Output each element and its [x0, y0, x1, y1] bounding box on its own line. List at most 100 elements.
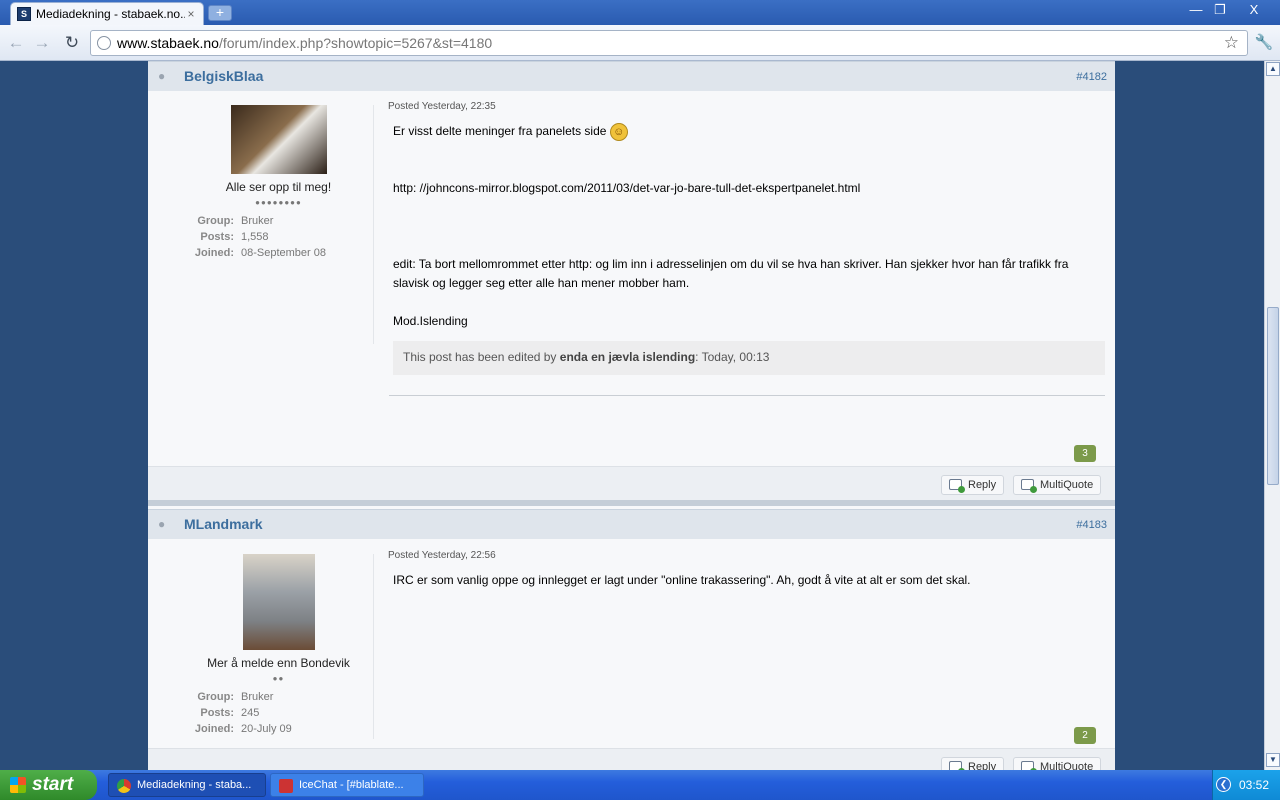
joined-label: Joined: — [194, 247, 234, 259]
minimize-button[interactable]: — — [1184, 1, 1208, 21]
joined-date: 20-July 09 — [241, 723, 292, 735]
rank-pips: ●●●●●●●● — [255, 198, 302, 207]
joined-label: Joined: — [194, 723, 234, 735]
start-label: start — [32, 774, 74, 795]
reply-button[interactable]: Reply — [941, 757, 1004, 770]
post-footer: Reply MultiQuote — [148, 466, 1115, 500]
tab-title: Mediadekning - stabaek.no... — [36, 7, 185, 21]
url-text: www.stabaek.no/forum/index.php?showtopic… — [117, 35, 492, 51]
post-number-link[interactable]: #4183 — [1076, 519, 1107, 531]
posts-label: Posts: — [200, 707, 234, 719]
multiquote-button[interactable]: MultiQuote — [1013, 757, 1101, 770]
post-line: IRC er som vanlig oppe og innlegget er l… — [393, 573, 971, 587]
posts-count: 245 — [241, 707, 260, 719]
scroll-up-icon[interactable]: ▲ — [1266, 62, 1280, 76]
forward-arrow-icon[interactable]: → — [32, 33, 52, 53]
post-header: ● MLandmark #4183 — [148, 509, 1115, 539]
group-label: Group: — [197, 215, 234, 227]
edit-author[interactable]: enda en jævla islending — [560, 350, 695, 364]
reply-label: Reply — [968, 479, 997, 491]
posted-date: Posted Yesterday, 22:56 — [388, 550, 496, 561]
posts-count: 1,558 — [241, 231, 269, 243]
post-line: http: //johncons-mirror.blogspot.com/201… — [393, 181, 861, 195]
posts-label: Posts: — [200, 231, 234, 243]
windows-logo-icon — [10, 777, 26, 793]
tab-close-icon[interactable]: × — [185, 7, 197, 21]
taskbar-item-icechat[interactable]: IceChat - [#blablate... — [270, 773, 424, 797]
avatar[interactable] — [230, 105, 327, 174]
multiquote-label: MultiQuote — [1040, 479, 1094, 491]
maximize-button[interactable]: ❐ — [1208, 1, 1232, 21]
taskbar-item-chrome[interactable]: Mediadekning - staba... — [108, 773, 266, 797]
reply-bubble-icon — [949, 761, 965, 770]
reputation-badge[interactable]: 3 — [1074, 445, 1096, 462]
post-number-link[interactable]: #4182 — [1076, 71, 1107, 83]
multiquote-bubble-icon — [1021, 479, 1037, 493]
multiquote-button[interactable]: MultiQuote — [1013, 475, 1101, 495]
start-button[interactable]: start — [0, 770, 97, 800]
url-path: /forum/index.php?showtopic=5267&st=4180 — [218, 35, 493, 51]
address-bar[interactable]: www.stabaek.no/forum/index.php?showtopic… — [90, 30, 1248, 56]
member-title: Mer å melde enn Bondevik — [207, 656, 350, 670]
author-info: Alle ser opp til meg! ●●●●●●●● Group: Bru… — [184, 105, 374, 344]
group-value: Bruker — [241, 691, 274, 703]
browser-tab[interactable]: S Mediadekning - stabaek.no... × — [10, 2, 204, 25]
post-body: Posted Yesterday, 22:56 IRC er som vanli… — [388, 550, 1105, 590]
post-text: IRC er som vanlig oppe og innlegget er l… — [388, 571, 1105, 590]
scroll-down-icon[interactable]: ▼ — [1266, 753, 1280, 767]
user-offline-icon: ● — [158, 517, 166, 531]
member-stats: Group: Bruker Posts: 245 Joined: 20-July 09 — [184, 689, 373, 737]
post-line: Mod.Islending — [393, 314, 468, 328]
chrome-icon — [117, 779, 131, 793]
url-host: www.stabaek.no — [117, 35, 219, 51]
joined-date: 08-September 08 — [241, 247, 326, 259]
post-header: ● BelgiskBlaa #4182 — [148, 61, 1115, 91]
member-title: Alle ser opp til meg! — [225, 180, 332, 194]
stabaek-favicon-icon: S — [17, 7, 31, 21]
scrollbar-thumb[interactable] — [1267, 307, 1279, 485]
windows-taskbar: start Mediadekning - staba... IceChat - … — [0, 770, 1280, 800]
edit-time: : Today, 00:13 — [695, 350, 770, 364]
post-separator — [389, 395, 1105, 396]
reply-bubble-icon — [949, 479, 965, 493]
close-window-button[interactable]: X — [1232, 1, 1276, 21]
post-line: Er visst delte meninger fra panelets sid… — [393, 124, 607, 138]
reload-icon[interactable]: ↻ — [62, 33, 82, 53]
edit-prefix: This post has been edited by — [403, 350, 560, 364]
posted-date: Posted Yesterday, 22:35 — [388, 101, 496, 112]
wrench-icon[interactable]: 🔧 — [1254, 33, 1274, 53]
avatar[interactable] — [242, 554, 315, 650]
tray-expand-icon[interactable]: ❮ — [1216, 777, 1231, 792]
page-viewport: ● BelgiskBlaa #4182 Alle ser opp til meg… — [0, 61, 1264, 770]
post-text: Er visst delte meninger fra panelets sid… — [388, 122, 1105, 331]
icechat-icon — [279, 779, 293, 793]
reply-label: Reply — [968, 761, 997, 770]
author-info: Mer å melde enn Bondevik ●● Group: Bruker… — [184, 554, 374, 739]
edit-notice: This post has been edited by enda en jæv… — [393, 341, 1105, 375]
bookmark-star-icon[interactable]: ☆ — [1224, 33, 1239, 53]
taskbar-item-label: IceChat - [#blablate... — [299, 779, 404, 791]
back-arrow-icon[interactable]: ← — [6, 33, 26, 53]
vertical-scrollbar[interactable]: ▲ ▼ — [1264, 61, 1280, 770]
new-tab-button[interactable]: + — [208, 5, 232, 21]
post-divider — [148, 500, 1115, 506]
forum-content: ● BelgiskBlaa #4182 Alle ser opp til meg… — [148, 61, 1115, 770]
group-value: Bruker — [241, 215, 274, 227]
member-stats: Group: Bruker Posts: 1,558 Joined: 08-Septe… — [184, 213, 373, 261]
reputation-badge[interactable]: 2 — [1074, 727, 1096, 744]
post-line: edit: Ta bort mellomrommet etter http: o… — [393, 257, 1069, 290]
browser-toolbar: ← → ↻ www.stabaek.no/forum/index.php?sho… — [0, 25, 1280, 61]
post-author-link[interactable]: BelgiskBlaa — [184, 68, 263, 84]
title-bar: S Mediadekning - stabaek.no... × + — ❐ X — [0, 0, 1280, 25]
reply-button[interactable]: Reply — [941, 475, 1004, 495]
multiquote-label: MultiQuote — [1040, 761, 1094, 770]
group-label: Group: — [197, 691, 234, 703]
globe-icon — [97, 36, 111, 50]
laugh-emoticon-icon: ☺ — [609, 122, 628, 141]
post-author-link[interactable]: MLandmark — [184, 516, 263, 532]
system-tray: ❮ 03:52 — [1212, 770, 1280, 800]
clock: 03:52 — [1239, 778, 1270, 792]
rank-pips: ●● — [272, 674, 285, 683]
user-offline-icon: ● — [158, 69, 166, 83]
multiquote-bubble-icon — [1021, 761, 1037, 770]
